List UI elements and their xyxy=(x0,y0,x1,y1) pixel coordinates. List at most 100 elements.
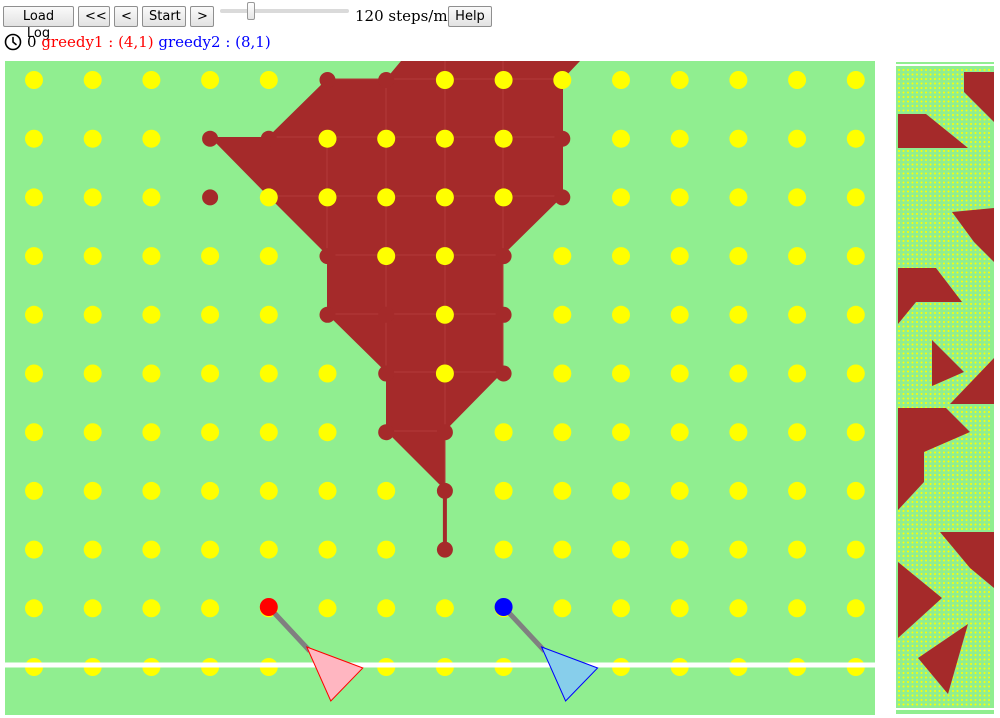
minimap-dot xyxy=(952,226,954,229)
minimap-dot xyxy=(911,636,914,638)
minimap-dot xyxy=(925,235,927,238)
minimap-dot xyxy=(965,438,968,440)
minimap-dot xyxy=(916,154,918,157)
minimap-dot xyxy=(916,510,918,512)
minimap-dot xyxy=(907,402,909,404)
minimap-dot xyxy=(911,199,914,202)
minimap-dot xyxy=(934,195,936,197)
minimap-dot xyxy=(920,379,923,382)
minimap-dot xyxy=(956,487,959,490)
minimap-dot xyxy=(979,348,981,350)
minimap-dot xyxy=(952,681,954,683)
minimap-dot xyxy=(934,640,936,643)
minimap-dot xyxy=(970,276,972,278)
minimap-dot xyxy=(956,685,959,688)
start-button[interactable]: Start xyxy=(142,6,186,27)
minimap-dot xyxy=(956,451,959,454)
minimap-dot xyxy=(961,276,963,278)
minimap-dot xyxy=(970,105,972,107)
minimap-dot xyxy=(947,195,950,197)
minimap-dot xyxy=(983,348,986,350)
minimap-dot xyxy=(956,96,959,98)
minimap-dot xyxy=(898,159,900,161)
minimap-dot xyxy=(961,154,963,157)
minimap-dot xyxy=(979,442,981,445)
territory-vertex xyxy=(202,130,219,147)
minimap-dot xyxy=(961,69,963,71)
minimap-dot xyxy=(925,226,927,229)
minimap-dot xyxy=(961,316,963,319)
grid-dot xyxy=(788,364,807,383)
minimap-dot xyxy=(970,204,972,206)
minimap-dot xyxy=(920,496,923,499)
minimap-dot xyxy=(943,330,945,332)
minimap-dot xyxy=(943,312,945,314)
minimap-dot xyxy=(956,253,959,256)
minimap-dot xyxy=(965,685,968,688)
step-back-button[interactable]: < xyxy=(114,6,138,27)
minimap-dot xyxy=(898,366,900,368)
minimap-dot xyxy=(929,456,932,458)
load-log-button[interactable]: Load Log xyxy=(3,6,74,41)
minimap-dot xyxy=(907,208,909,211)
minimap-dot xyxy=(979,303,981,305)
minimap-dot xyxy=(907,186,909,188)
speed-slider[interactable] xyxy=(220,2,349,20)
grid-dot xyxy=(83,188,102,207)
minimap-dot xyxy=(952,303,954,305)
step-forward-button[interactable]: > xyxy=(190,6,214,27)
minimap-dot xyxy=(961,208,963,211)
minimap-dot xyxy=(907,339,909,341)
minimap-dot xyxy=(988,298,990,301)
minimap-dot xyxy=(898,550,900,553)
minimap-dot xyxy=(956,379,959,382)
minimap-dot xyxy=(929,609,932,611)
minimap-dot xyxy=(925,105,927,107)
minimap-dot xyxy=(974,420,977,422)
minimap-dot xyxy=(925,244,927,247)
minimap-dot xyxy=(902,649,905,652)
minimap-dot xyxy=(983,289,986,292)
minimap-dot xyxy=(916,375,918,377)
minimap-dot xyxy=(952,82,954,85)
minimap[interactable] xyxy=(896,62,994,714)
minimap-dot xyxy=(974,411,977,413)
minimap-dot xyxy=(920,231,923,233)
grid-dot xyxy=(729,364,748,383)
minimap-dot xyxy=(974,600,977,602)
minimap-dot xyxy=(934,618,936,620)
minimap-dot xyxy=(961,528,963,530)
minimap-dot xyxy=(979,456,981,458)
minimap-dot xyxy=(952,393,954,395)
minimap-dot xyxy=(952,622,954,625)
minimap-dot xyxy=(907,388,909,391)
minimap-dot xyxy=(961,226,963,229)
minimap-dot xyxy=(902,519,905,521)
minimap-dot xyxy=(979,343,981,346)
minimap-dot xyxy=(970,172,972,175)
minimap-dot xyxy=(929,505,932,508)
help-button[interactable]: Help xyxy=(448,6,492,27)
minimap-dot xyxy=(925,159,927,161)
minimap-dot xyxy=(947,100,950,103)
minimap-dot xyxy=(974,370,977,373)
minimap-dot xyxy=(952,591,954,593)
minimap-dot xyxy=(925,375,927,377)
minimap-dot xyxy=(965,510,968,512)
minimap-dot xyxy=(970,415,972,418)
minimap-dot xyxy=(934,636,936,638)
speed-slider-thumb[interactable] xyxy=(247,2,255,20)
minimap-dot xyxy=(983,460,986,463)
minimap-dot xyxy=(979,505,981,508)
rewind-button[interactable]: << xyxy=(78,6,110,27)
minimap-dot xyxy=(916,312,918,314)
minimap-dot xyxy=(898,541,900,544)
minimap-dot xyxy=(974,312,977,314)
minimap-dot xyxy=(952,496,954,499)
minimap-dot xyxy=(965,600,968,602)
minimap-dot xyxy=(898,226,900,229)
game-board[interactable] xyxy=(5,61,875,715)
minimap-dot xyxy=(947,483,950,485)
minimap-dot xyxy=(983,690,986,692)
minimap-dot xyxy=(920,640,923,643)
